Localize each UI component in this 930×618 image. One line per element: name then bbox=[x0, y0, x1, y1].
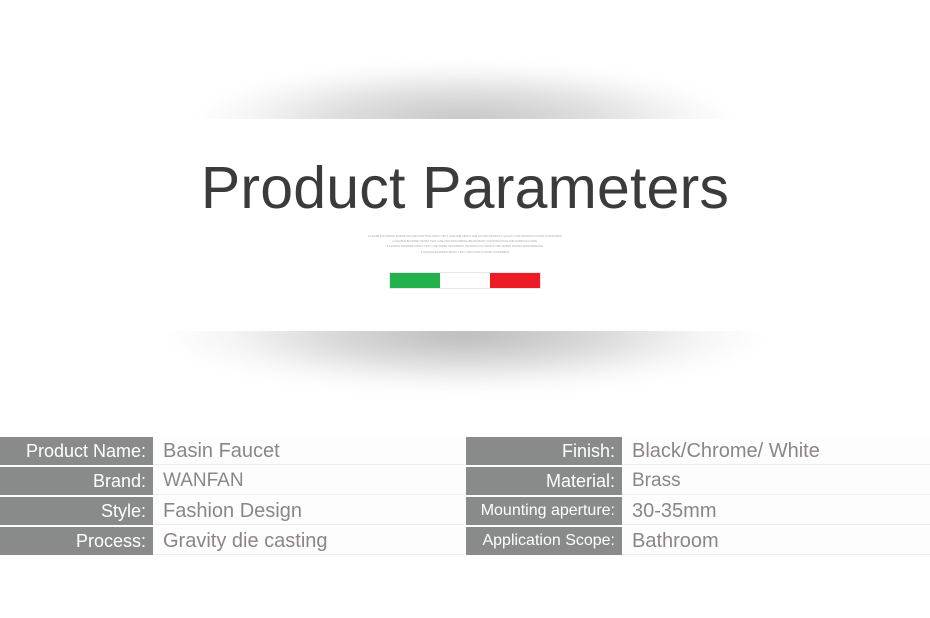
red-stripe bbox=[490, 273, 540, 288]
table-row: Product Name: Basin Faucet Finish: Black… bbox=[0, 437, 930, 465]
page-title: Product Parameters bbox=[200, 155, 730, 221]
hero-microtext-block: ILLEGIBLE BLURRED MARKETING DESCRIPTION … bbox=[0, 234, 930, 255]
spec-label-process: Process: bbox=[0, 527, 153, 555]
table-row: Process: Gravity die casting Application… bbox=[0, 527, 930, 555]
green-stripe bbox=[390, 273, 440, 288]
white-stripe bbox=[440, 273, 490, 288]
spec-value-style: Fashion Design bbox=[153, 497, 464, 525]
spec-label-material: Material: bbox=[466, 467, 622, 495]
spec-label-finish: Finish: bbox=[466, 437, 622, 465]
italy-flag-icon bbox=[390, 273, 540, 288]
microtext-line: ILLEGIBLE BLURRED MICRO TEXT LINE FOUR C… bbox=[420, 250, 510, 254]
specification-table: Product Name: Basin Faucet Finish: Black… bbox=[0, 437, 930, 555]
spec-value-material: Brass bbox=[622, 467, 930, 495]
table-row: Brand: WANFAN Material: Brass bbox=[0, 467, 930, 495]
spec-label-mounting-aperture: Mounting aperture: bbox=[466, 497, 622, 525]
spec-value-brand: WANFAN bbox=[153, 467, 464, 495]
spec-label-brand: Brand: bbox=[0, 467, 153, 495]
spec-label-product-name: Product Name: bbox=[0, 437, 153, 465]
hero-content: Product Parameters ILLEGIBLE BLURRED MAR… bbox=[0, 0, 930, 400]
spec-value-finish: Black/Chrome/ White bbox=[622, 437, 930, 465]
spec-value-process: Gravity die casting bbox=[153, 527, 464, 555]
spec-value-product-name: Basin Faucet bbox=[153, 437, 464, 465]
microtext-line: ILLEGIBLE BLURRED MICRO TEXT LINE THREE … bbox=[386, 245, 544, 249]
spec-value-mounting-aperture: 30-35mm bbox=[622, 497, 930, 525]
product-parameters-page: Product Parameters ILLEGIBLE BLURRED MAR… bbox=[0, 0, 930, 618]
spec-label-style: Style: bbox=[0, 497, 153, 525]
spec-value-application-scope: Bathroom bbox=[622, 527, 930, 555]
table-row: Style: Fashion Design Mounting aperture:… bbox=[0, 497, 930, 525]
hero-banner: Product Parameters ILLEGIBLE BLURRED MAR… bbox=[0, 0, 930, 400]
spec-label-application-scope: Application Scope: bbox=[466, 527, 622, 555]
